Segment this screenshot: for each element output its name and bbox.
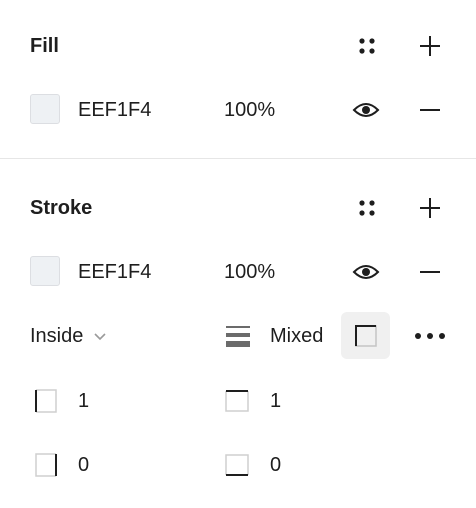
stroke-color-hex-input[interactable]: EEF1F4 — [78, 261, 151, 284]
chevron-down-icon — [94, 333, 106, 341]
styles-grid-icon — [359, 38, 375, 54]
individual-strokes-button[interactable] — [341, 312, 390, 359]
individual-strokes-icon — [354, 324, 377, 347]
add-stroke-button[interactable] — [414, 192, 446, 224]
remove-stroke-button[interactable] — [414, 256, 446, 288]
fill-visibility-toggle[interactable] — [350, 94, 382, 126]
stroke-left-input[interactable]: 1 — [78, 390, 89, 413]
add-fill-button[interactable] — [414, 30, 446, 62]
plus-icon — [420, 36, 440, 56]
stroke-position-dropdown[interactable]: Inside — [30, 322, 107, 350]
stroke-color-swatch[interactable] — [30, 256, 60, 286]
more-options-icon — [415, 333, 445, 339]
stroke-weight-button[interactable] — [224, 322, 252, 350]
stroke-weight-input[interactable]: Mixed — [270, 325, 323, 348]
fill-opacity-input[interactable]: 100% — [224, 99, 275, 122]
remove-fill-button[interactable] — [414, 94, 446, 126]
fill-styles-button[interactable] — [351, 30, 383, 62]
stroke-top-input[interactable]: 1 — [270, 390, 281, 413]
eye-icon — [352, 265, 380, 279]
stroke-styles-button[interactable] — [351, 192, 383, 224]
stroke-left-icon — [33, 388, 59, 414]
stroke-bottom-input[interactable]: 0 — [270, 454, 281, 477]
stroke-opacity-input[interactable]: 100% — [224, 261, 275, 284]
styles-grid-icon — [359, 200, 375, 216]
fill-color-hex-input[interactable]: EEF1F4 — [78, 99, 151, 122]
section-divider — [0, 158, 476, 159]
minus-icon — [420, 109, 440, 111]
plus-icon — [420, 198, 440, 218]
stroke-visibility-toggle[interactable] — [350, 256, 382, 288]
stroke-position-label: Inside — [30, 324, 84, 347]
stroke-section-title: Stroke — [30, 197, 93, 219]
fill-section-title: Fill — [30, 35, 59, 57]
stroke-right-icon — [33, 452, 59, 478]
fill-color-swatch[interactable] — [30, 94, 60, 124]
stroke-top-icon — [224, 388, 250, 414]
stroke-bottom-icon — [224, 452, 250, 478]
stroke-weight-icon — [226, 326, 250, 347]
more-options-button[interactable] — [412, 322, 448, 350]
stroke-right-input[interactable]: 0 — [78, 454, 89, 477]
eye-icon — [352, 103, 380, 117]
minus-icon — [420, 271, 440, 273]
